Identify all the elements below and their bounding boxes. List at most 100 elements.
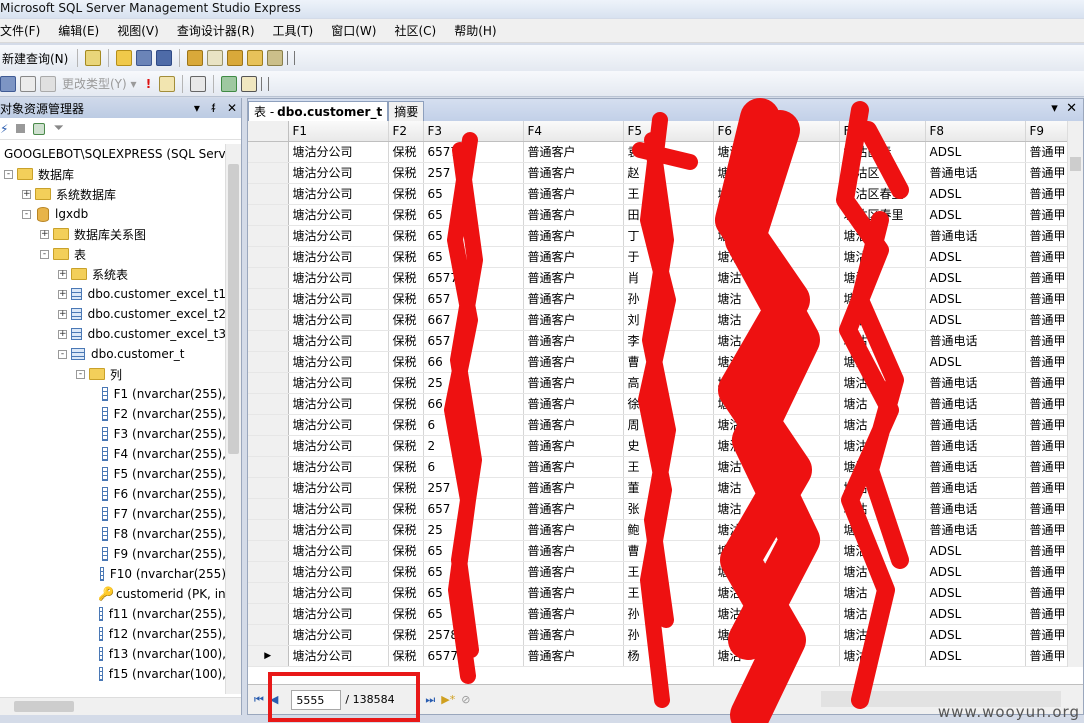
table-cell[interactable]: 普通甲	[1025, 456, 1068, 478]
table-row[interactable]: 塘沽分公司 保税 6577 普通客户袁塘沽区 塘沽区春 ADSL 普通甲	[248, 141, 1068, 163]
table-cell[interactable]: 普通电话	[925, 162, 1026, 184]
save-all-icon[interactable]	[156, 50, 173, 66]
menu-item[interactable]: 视图(V)	[108, 22, 168, 39]
table-cell[interactable]: 普通电话	[925, 393, 1026, 415]
table-cell[interactable]: 塘沽区	[839, 246, 926, 268]
table-cell[interactable]: 塘沽分公司	[288, 477, 389, 499]
table-cell[interactable]: 普通电话	[925, 456, 1026, 478]
tree-node[interactable]: 🔑 customerid (PK, int	[0, 584, 226, 604]
table-cell[interactable]: 普通甲	[1025, 540, 1068, 562]
table-cell[interactable]: 普通电话	[925, 519, 1026, 541]
table-cell[interactable]: 普通甲	[1025, 330, 1068, 352]
dropdown-icon[interactable]: ▾	[194, 101, 200, 115]
table-cell[interactable]: 6	[423, 456, 524, 478]
tab-summary[interactable]: 摘要	[388, 101, 425, 121]
table-cell[interactable]: 塘沽	[713, 225, 840, 247]
table-cell[interactable]: 保税	[388, 477, 424, 499]
table-cell[interactable]: 塘沽分公司	[288, 603, 389, 625]
table-cell[interactable]: 袁	[623, 141, 714, 163]
table-row[interactable]: 塘沽分公司 保税 6 普通客户王塘沽 塘沽 普通电话 普通甲	[248, 456, 1068, 478]
tree-node[interactable]: f15 (nvarchar(100),	[0, 664, 226, 684]
table-cell[interactable]: 塘沽分公司	[288, 246, 389, 268]
column-header[interactable]: F3	[423, 121, 524, 142]
table-cell[interactable]: 塘沽	[839, 477, 926, 499]
table-cell[interactable]: 普通客户	[523, 183, 624, 205]
change-type-button[interactable]: 更改类型(Y) ▾	[60, 74, 139, 94]
table-cell[interactable]: 塘沽	[713, 183, 840, 205]
table-cell[interactable]: 普通客户	[523, 519, 624, 541]
table-cell[interactable]: 塘沽分公司	[288, 141, 389, 163]
table-cell[interactable]: 塘沽	[839, 456, 926, 478]
table-cell[interactable]: 保税	[388, 204, 424, 226]
table-row[interactable]: 塘沽分公司 保税 6577 普通客户肖塘沽 塘沽 ADSL 普通甲	[248, 267, 1068, 289]
table-cell[interactable]: 塘沽区春	[839, 141, 926, 163]
table-cell[interactable]: 普通甲	[1025, 393, 1068, 415]
expand-icon[interactable]: +	[58, 289, 67, 299]
row-selector[interactable]	[248, 540, 289, 562]
table-row[interactable]: 塘沽分公司 保税 667 普通客户刘塘沽 塘沽 ADSL 普通甲	[248, 309, 1068, 331]
table-cell[interactable]: 塘沽分公司	[288, 267, 389, 289]
table-row[interactable]: 塘沽分公司 保税 25 普通客户高塘沽 塘沽 普通电话 普通甲	[248, 372, 1068, 394]
table-cell[interactable]: 普通甲	[1025, 246, 1068, 268]
table-cell[interactable]: 普通甲	[1025, 477, 1068, 499]
tree-node[interactable]: - dbo.customer_t	[0, 344, 226, 364]
table-cell[interactable]: 保税	[388, 351, 424, 373]
tree-node[interactable]: - lgxdb	[0, 204, 226, 224]
row-selector[interactable]	[248, 351, 289, 373]
table-cell[interactable]: 保税	[388, 372, 424, 394]
tree-node[interactable]: + 系统数据库	[0, 184, 226, 204]
toolbar-options-icon[interactable]	[260, 76, 269, 91]
table-cell[interactable]: 保税	[388, 267, 424, 289]
table-cell[interactable]: 65	[423, 561, 524, 583]
table-cell[interactable]: 普通甲	[1025, 204, 1068, 226]
table-cell[interactable]: 塘沽	[839, 414, 926, 436]
table-row[interactable]: 塘沽分公司 保税 257 普通客户赵塘沽区 塘沽区 普通电话 普通甲	[248, 162, 1068, 184]
table-row[interactable]: 塘沽分公司 保税 65 普通客户于塘沽 塘沽区 ADSL 普通甲	[248, 246, 1068, 268]
table-cell[interactable]: 周	[623, 414, 714, 436]
table-cell[interactable]: 6	[423, 414, 524, 436]
row-selector[interactable]	[248, 414, 289, 436]
menu-item[interactable]: 查询设计器(R)	[168, 22, 264, 39]
table-cell[interactable]: 257	[423, 477, 524, 499]
row-selector[interactable]	[248, 603, 289, 625]
table-cell[interactable]: ADSL	[925, 288, 1026, 310]
table-cell[interactable]: 普通客户	[523, 267, 624, 289]
row-selector[interactable]	[248, 456, 289, 478]
table-cell[interactable]: ADSL	[925, 603, 1026, 625]
table-cell[interactable]: 保税	[388, 498, 424, 520]
tree-node[interactable]: F10 (nvarchar(255)	[0, 564, 226, 584]
table-cell[interactable]: 塘沽	[839, 393, 926, 415]
add-table-icon[interactable]	[220, 75, 237, 92]
table-cell[interactable]: 塘沽	[713, 393, 840, 415]
table-cell[interactable]: 塘沽分公司	[288, 393, 389, 415]
table-cell[interactable]: 普通客户	[523, 603, 624, 625]
toolbar-options-icon[interactable]	[287, 51, 296, 65]
filter-icon[interactable]: ⏷	[53, 121, 63, 136]
template-explorer-icon[interactable]	[227, 50, 244, 66]
table-cell[interactable]: 普通客户	[523, 645, 624, 667]
table-cell[interactable]: 王	[623, 183, 714, 205]
table-cell[interactable]: 普通客户	[523, 288, 624, 310]
table-cell[interactable]: 普通甲	[1025, 603, 1068, 625]
table-cell[interactable]: 塘沽	[839, 624, 926, 646]
table-cell[interactable]: 普通甲	[1025, 372, 1068, 394]
table-cell[interactable]: 李	[623, 330, 714, 352]
show-diagram-pane-icon[interactable]	[0, 75, 16, 92]
column-header[interactable]: F8	[925, 121, 1026, 142]
table-cell[interactable]: 丁	[623, 225, 714, 247]
table-cell[interactable]: ADSL	[925, 183, 1026, 205]
table-cell[interactable]: 塘沽	[839, 519, 926, 541]
table-cell[interactable]: 普通甲	[1025, 582, 1068, 604]
table-cell[interactable]: 普通甲	[1025, 288, 1068, 310]
table-cell[interactable]: 普通电话	[925, 414, 1026, 436]
table-cell[interactable]: 普通客户	[523, 540, 624, 562]
table-cell[interactable]: 保税	[388, 141, 424, 163]
table-cell[interactable]: 普通客户	[523, 246, 624, 268]
object-explorer-icon[interactable]	[207, 50, 224, 66]
table-cell[interactable]: 66	[423, 393, 524, 415]
last-record-icon[interactable]: ⏭	[425, 693, 435, 707]
table-cell[interactable]: 塘沽	[713, 456, 840, 478]
table-cell[interactable]: 塘沽	[713, 246, 840, 268]
table-cell[interactable]: 塘沽分公司	[288, 288, 389, 310]
tree-node[interactable]: F8 (nvarchar(255),	[0, 524, 226, 544]
